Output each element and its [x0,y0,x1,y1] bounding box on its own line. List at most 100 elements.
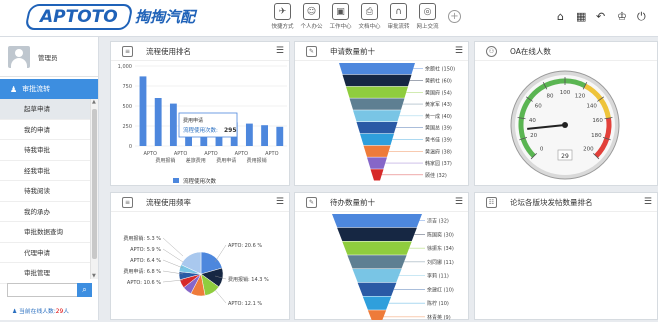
sidebar-item-to-read[interactable]: 待我阅读 [0,181,90,202]
menu-icon[interactable]: ☰ [644,197,652,207]
funnel-label: 林青英 (9) [427,314,451,320]
funnel-label: 黄鹤社 (60) [425,77,452,84]
funnel-label: 顾佳 (32) [425,172,447,179]
sidebar-item-query[interactable]: 审批数据查询 [0,222,90,243]
menu-icon[interactable]: ☰ [455,46,463,56]
tool-online-chat[interactable]: ◎ 网上交流 [413,3,442,30]
sidebar-item-my-requests[interactable]: 我的申请 [0,120,90,140]
tool-document-center[interactable]: ⎙ 文档中心 [355,3,384,30]
bar [169,103,177,146]
sidebar-item-pending-approval[interactable]: 待我审批 [0,140,90,161]
funnel-segment [342,241,412,255]
sidebar-item-undertaken[interactable]: 我的承办 [0,202,90,222]
y-tick-label: 1,000 [118,64,132,70]
gauge-tick-label: 80 [547,94,554,100]
x-tick-label: APTO [204,151,217,157]
funnel-label: 黄家军 (43) [425,101,452,108]
pie-leader-line [162,259,184,269]
gauge-tick-label: 160 [592,118,603,124]
x-tick-label: 费用申请 [216,157,236,164]
panel-header: ☷ 论坛各版块发帖数量排名 ☰ [475,193,657,212]
funnel-label: 韩家园 (37) [425,160,452,167]
panel-header: ≡ 流程使用排名 ☰ [111,42,289,61]
send-icon: ✈ [274,3,291,20]
sidebar-item-manage[interactable]: 审批管理 [0,263,90,284]
menu-icon[interactable]: ☰ [455,197,463,207]
flow-icon: ∩ [390,3,407,20]
funnel-label: 刘同娜 (11) [427,259,454,266]
gauge-tick-label: 200 [583,146,594,152]
funnel-chart-requests: 余额社 (150) 黄鹤社 (60) 黄国府 (54) 黄家军 (43) 黄一成 (40… [339,63,455,181]
scroll-up-icon[interactable]: ▲ [92,99,96,105]
funnel-segment [347,255,407,269]
bar [139,76,147,146]
funnel-segment [346,86,408,98]
tool-approval-flow[interactable]: ∩ 审批流转 [384,3,413,30]
sidebar-item-draft[interactable]: 起草申请 [0,99,90,120]
home-icon[interactable]: ⌂ [557,10,564,23]
edit-icon: ✎ [306,45,317,57]
funnel-segment [357,282,397,296]
funnel-label: 黄一成 (40) [425,113,452,120]
tool-work-center[interactable]: ▣ 工作中心 [326,3,355,30]
sidebar-scrollbar[interactable]: ▲ ▼ [90,99,98,279]
funnel-segment [370,169,384,181]
pie-leader-line [162,237,184,257]
funnel-label: 余额社 (150) [425,66,455,73]
gauge-tick-label: 100 [560,90,571,96]
pie-label: APTO: 6.4 % [130,258,161,264]
menu-icon[interactable]: ☰ [276,46,284,56]
funnel-segment [356,122,398,134]
x-tick-label: APTO [143,151,156,157]
tooltip-value: 295 [224,127,237,134]
funnel-label: 陈国奕 (30) [427,231,454,238]
funnel-label: 黄国总 (39) [425,125,452,132]
user-name: 管理员 [38,53,58,62]
shirt-icon[interactable]: ♔ [617,10,627,23]
bar [154,98,162,146]
funnel-segment [337,227,417,241]
back-icon[interactable]: ↶ [596,10,605,23]
search-button[interactable]: ⌕ [77,283,92,297]
menu-section-approval[interactable]: ♟ 审批流转 [0,79,98,99]
grid-icon[interactable]: ▦ [576,10,586,23]
scroll-thumb[interactable] [92,109,97,259]
user-group-icon: ♟ [10,84,18,94]
document-icon: ≡ [122,45,133,57]
pie-label: 费用报销: 14.3 % [228,276,269,283]
panel-header: ✎ 申请数量前十 ☰ [295,42,468,61]
scroll-down-icon[interactable]: ▼ [92,273,96,279]
funnel-label: 徐振东 (34) [427,245,454,252]
briefcase-icon: ▣ [332,3,349,20]
legend-label[interactable]: 流程使用次数 [183,177,217,185]
menu-icon[interactable]: ☰ [276,197,284,207]
document-icon: ≡ [122,196,133,208]
gauge-tick-label: 60 [535,104,542,110]
printer-icon: ⎙ [361,3,378,20]
funnel-segment [349,98,405,110]
funnel-segment [363,145,391,157]
online-users-icon: ♟ [12,309,20,315]
sidebar-item-proxy[interactable]: 代理申请 [0,243,90,263]
tool-personal-office[interactable]: ☺ 个人办公 [297,3,326,30]
gauge-tick-label: 0 [540,146,544,152]
funnel-label: 余建红 (10) [427,286,454,293]
power-icon[interactable]: ⏻ [637,10,646,24]
quick-toolbar: ✈ 快捷方式 ☺ 个人办公 ▣ 工作中心 ⎙ 文档中心 ∩ 审批流转 ◎ 网上交流 [268,3,442,30]
pie-label: APTO: 12.1 % [228,301,262,307]
sidebar-item-approved[interactable]: 经我审批 [0,161,90,181]
gauge-tick-label: 20 [530,133,537,139]
pie-label: 费用报销: 5.3 % [123,235,161,242]
bar-chart: 1,0007505002500 APTO APTO APTO APTO APTO费用报销… [118,64,287,185]
panel-forum-ranking: ☷ 论坛各版块发帖数量排名 ☰ [474,192,658,320]
add-tool-icon[interactable]: + [448,10,461,23]
aptoto-logo[interactable]: APTOTO [24,4,134,30]
funnel-segment [353,110,401,122]
panel-request-top10: ✎ 申请数量前十 ☰ 余额社 (150) 黄鹤社 (60) 黄国府 (54) 黄家军 … [294,41,469,186]
funnel-segment [339,63,415,75]
group-icon: ⚇ [486,45,497,57]
avatar[interactable] [8,45,30,68]
y-tick-label: 250 [122,124,132,130]
panel-online-users: ⚇ OA在线人数 0 20 40 60 80 100 120 140 160 180 200 29 [474,41,658,186]
tool-shortcut[interactable]: ✈ 快捷方式 [268,3,297,30]
